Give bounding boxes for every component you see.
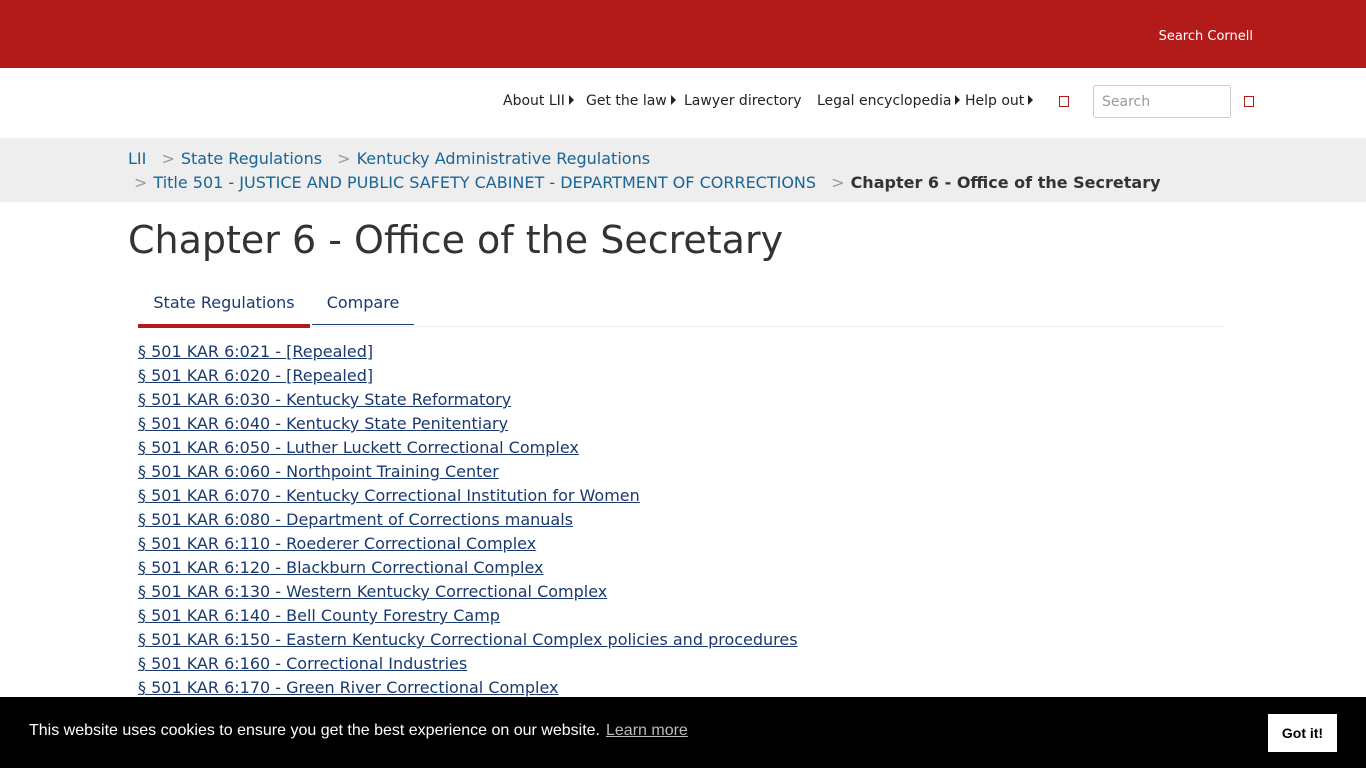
list-item: § 501 KAR 6:130 - Western Kentucky Corre… xyxy=(138,581,798,605)
nav-legal-encyclopedia-label: Legal encyclopedia xyxy=(817,93,952,109)
tab-state-regulations[interactable]: State Regulations xyxy=(138,286,310,328)
tab-state-regulations-label: State Regulations xyxy=(153,293,295,312)
caret-right-icon xyxy=(955,95,961,105)
regulation-link[interactable]: § 501 KAR 6:040 - Kentucky State Peniten… xyxy=(138,414,508,433)
list-item: § 501 KAR 6:060 - Northpoint Training Ce… xyxy=(138,461,798,485)
caret-right-icon xyxy=(1028,95,1034,105)
list-item: § 501 KAR 6:050 - Luther Luckett Correct… xyxy=(138,437,798,461)
list-item: § 501 KAR 6:110 - Roederer Correctional … xyxy=(138,533,798,557)
breadcrumb-separator: > xyxy=(337,149,351,168)
list-item: § 501 KAR 6:080 - Department of Correcti… xyxy=(138,509,798,533)
got-it-button[interactable]: Got it! xyxy=(1268,714,1337,752)
cookie-message-row: This website uses cookies to ensure you … xyxy=(29,722,688,740)
regulation-link[interactable]: § 501 KAR 6:080 - Department of Correcti… xyxy=(138,510,573,529)
list-item: § 501 KAR 6:120 - Blackburn Correctional… xyxy=(138,557,798,581)
breadcrumb-lii[interactable]: LII xyxy=(128,149,146,168)
list-item: § 501 KAR 6:021 - [Repealed] xyxy=(138,341,798,365)
regulation-link[interactable]: § 501 KAR 6:140 - Bell County Forestry C… xyxy=(138,606,500,625)
cookie-banner: This website uses cookies to ensure you … xyxy=(0,697,1366,768)
nav-help-out[interactable]: Help out xyxy=(965,93,1034,109)
cookie-message: This website uses cookies to ensure you … xyxy=(29,722,600,739)
breadcrumb-row-2: > Title 501 - JUSTICE AND PUBLIC SAFETY C… xyxy=(134,173,1161,192)
breadcrumb-row-1: LII > State Regulations > Kentucky Adminis… xyxy=(128,149,650,168)
list-item: § 501 KAR 6:030 - Kentucky State Reforma… xyxy=(138,389,798,413)
regulation-link[interactable]: § 501 KAR 6:160 - Correctional Industrie… xyxy=(138,654,467,673)
list-item: § 501 KAR 6:150 - Eastern Kentucky Corre… xyxy=(138,629,798,653)
regulation-link[interactable]: § 501 KAR 6:020 - [Repealed] xyxy=(138,366,373,385)
regulation-link[interactable]: § 501 KAR 6:130 - Western Kentucky Corre… xyxy=(138,582,607,601)
nav-help-out-label: Help out xyxy=(965,93,1025,109)
breadcrumb-title-501[interactable]: Title 501 - JUSTICE AND PUBLIC SAFETY CA… xyxy=(153,173,816,192)
breadcrumb-separator: > xyxy=(134,173,148,192)
regulation-link[interactable]: § 501 KAR 6:050 - Luther Luckett Correct… xyxy=(138,438,579,457)
search-input[interactable] xyxy=(1093,85,1231,118)
regulation-link[interactable]: § 501 KAR 6:030 - Kentucky State Reforma… xyxy=(138,390,511,409)
regulation-link[interactable]: § 501 KAR 6:021 - [Repealed] xyxy=(138,342,373,361)
search-icon[interactable] xyxy=(1244,96,1254,107)
regulation-link[interactable]: § 501 KAR 6:120 - Blackburn Correctional… xyxy=(138,558,544,577)
breadcrumb-separator: > xyxy=(831,173,845,192)
nav-about-lii-label: About LII xyxy=(503,93,565,109)
nav-lawyer-directory-label: Lawyer directory xyxy=(684,93,802,109)
share-icon[interactable] xyxy=(1059,96,1069,107)
list-item: § 501 KAR 6:160 - Correctional Industrie… xyxy=(138,653,798,677)
list-item: § 501 KAR 6:140 - Bell County Forestry C… xyxy=(138,605,798,629)
regulation-list: § 501 KAR 6:021 - [Repealed] § 501 KAR 6… xyxy=(138,341,798,701)
regulation-link[interactable]: § 501 KAR 6:110 - Roederer Correctional … xyxy=(138,534,536,553)
breadcrumb: LII > State Regulations > Kentucky Adminis… xyxy=(0,138,1366,202)
top-banner: Search Cornell xyxy=(0,0,1366,68)
list-item: § 501 KAR 6:020 - [Repealed] xyxy=(138,365,798,389)
list-item: § 501 KAR 6:070 - Kentucky Correctional … xyxy=(138,485,798,509)
tab-bar: State Regulations Compare xyxy=(138,286,1224,328)
breadcrumb-current: Chapter 6 - Office of the Secretary xyxy=(850,173,1161,192)
caret-right-icon xyxy=(568,95,574,105)
breadcrumb-state-regulations[interactable]: State Regulations xyxy=(181,149,322,168)
regulation-link[interactable]: § 501 KAR 6:170 - Green River Correction… xyxy=(138,678,559,697)
regulation-link[interactable]: § 501 KAR 6:060 - Northpoint Training Ce… xyxy=(138,462,499,481)
nav-lawyer-directory[interactable]: Lawyer directory xyxy=(684,93,802,109)
learn-more-link[interactable]: Learn more xyxy=(606,722,688,739)
list-item: § 501 KAR 6:040 - Kentucky State Peniten… xyxy=(138,413,798,437)
regulation-link[interactable]: § 501 KAR 6:150 - Eastern Kentucky Corre… xyxy=(138,630,798,649)
tab-compare-label: Compare xyxy=(326,293,400,312)
nav-legal-encyclopedia[interactable]: Legal encyclopedia xyxy=(817,93,961,109)
caret-right-icon xyxy=(670,95,676,105)
search-cornell-link[interactable]: Search Cornell xyxy=(1159,29,1253,44)
breadcrumb-separator: > xyxy=(161,149,175,168)
nav-get-the-law-label: Get the law xyxy=(586,93,667,109)
breadcrumb-kentucky-regulations[interactable]: Kentucky Administrative Regulations xyxy=(357,149,650,168)
nav-get-the-law[interactable]: Get the law xyxy=(586,93,676,109)
main-navigation: About LII Get the law Lawyer directory L… xyxy=(0,68,1366,138)
tab-compare[interactable]: Compare xyxy=(312,286,414,325)
regulation-link[interactable]: § 501 KAR 6:070 - Kentucky Correctional … xyxy=(138,486,640,505)
page-title: Chapter 6 - Office of the Secretary xyxy=(128,218,784,262)
nav-about-lii[interactable]: About LII xyxy=(503,93,574,109)
